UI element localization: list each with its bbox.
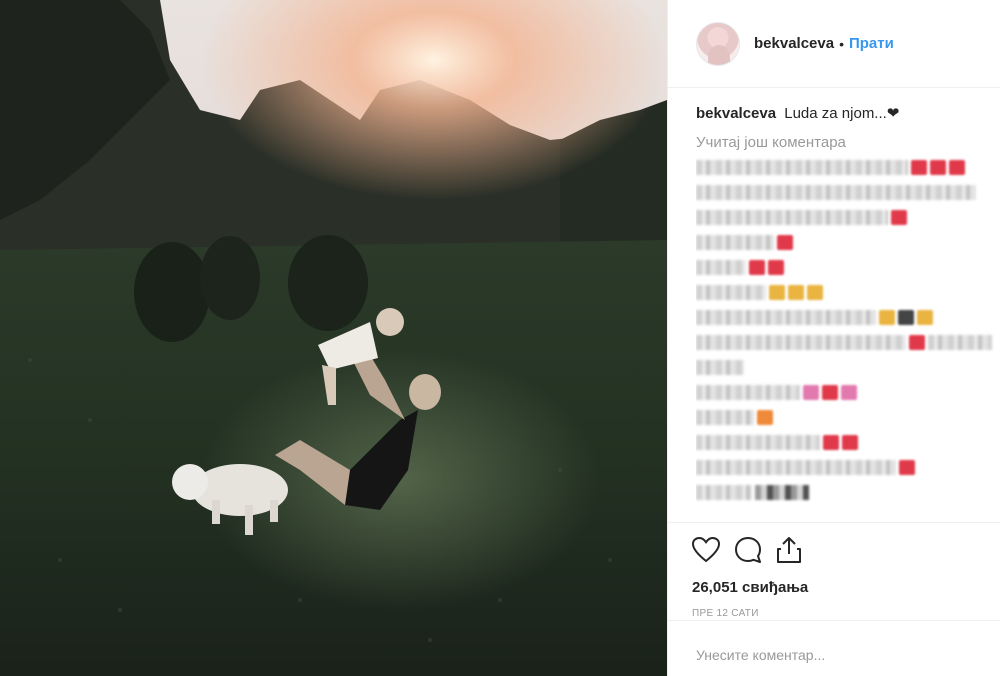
add-comment-box: [668, 620, 1000, 676]
post-sidebar: bekvalceva • Прати bekvalceva Luda za nj…: [667, 0, 1000, 676]
follow-button[interactable]: Прати: [849, 35, 894, 52]
caption-username[interactable]: bekvalceva: [696, 105, 776, 122]
header-separator: •: [839, 35, 844, 52]
avatar[interactable]: [696, 21, 740, 66]
heart-icon[interactable]: [692, 537, 720, 563]
redacted-comment: [696, 409, 996, 426]
action-icons-row: [692, 535, 973, 565]
redacted-comment: [696, 234, 996, 251]
instagram-post: bekvalceva • Прати bekvalceva Luda za nj…: [0, 0, 1000, 676]
header-username[interactable]: bekvalceva: [754, 35, 834, 52]
caption-text: Luda za njom...❤: [784, 105, 900, 122]
redacted-comment: [696, 434, 996, 451]
redacted-comment: [696, 459, 996, 476]
redacted-comment: [696, 209, 996, 226]
redacted-comment: [696, 309, 996, 326]
garden-photo-image: [0, 0, 667, 676]
post-actions: 26,051 свиђања ПРЕ 12 САТИ: [668, 522, 1000, 619]
post-header: bekvalceva • Прати: [668, 0, 1000, 88]
redacted-comment: [696, 359, 996, 376]
redacted-comment: [696, 484, 996, 501]
redacted-comment: [696, 384, 996, 401]
share-upload-icon[interactable]: [776, 536, 802, 564]
redacted-comment: [696, 334, 996, 351]
likes-count[interactable]: 26,051 свиђања: [692, 579, 973, 596]
post-timestamp: ПРЕ 12 САТИ: [692, 608, 759, 619]
redacted-comment: [696, 259, 996, 276]
comment-input[interactable]: [696, 647, 973, 663]
redacted-comment: [696, 184, 996, 201]
comments-section: bekvalceva Luda za njom...❤ Учитај још к…: [696, 100, 996, 520]
redacted-comment: [696, 284, 996, 301]
post-photo[interactable]: [0, 0, 667, 676]
redacted-comment: [696, 159, 996, 176]
comment-bubble-icon[interactable]: [734, 536, 762, 564]
load-more-comments-button[interactable]: Учитај још коментара: [696, 134, 996, 151]
post-caption: bekvalceva Luda za njom...❤: [696, 104, 996, 124]
